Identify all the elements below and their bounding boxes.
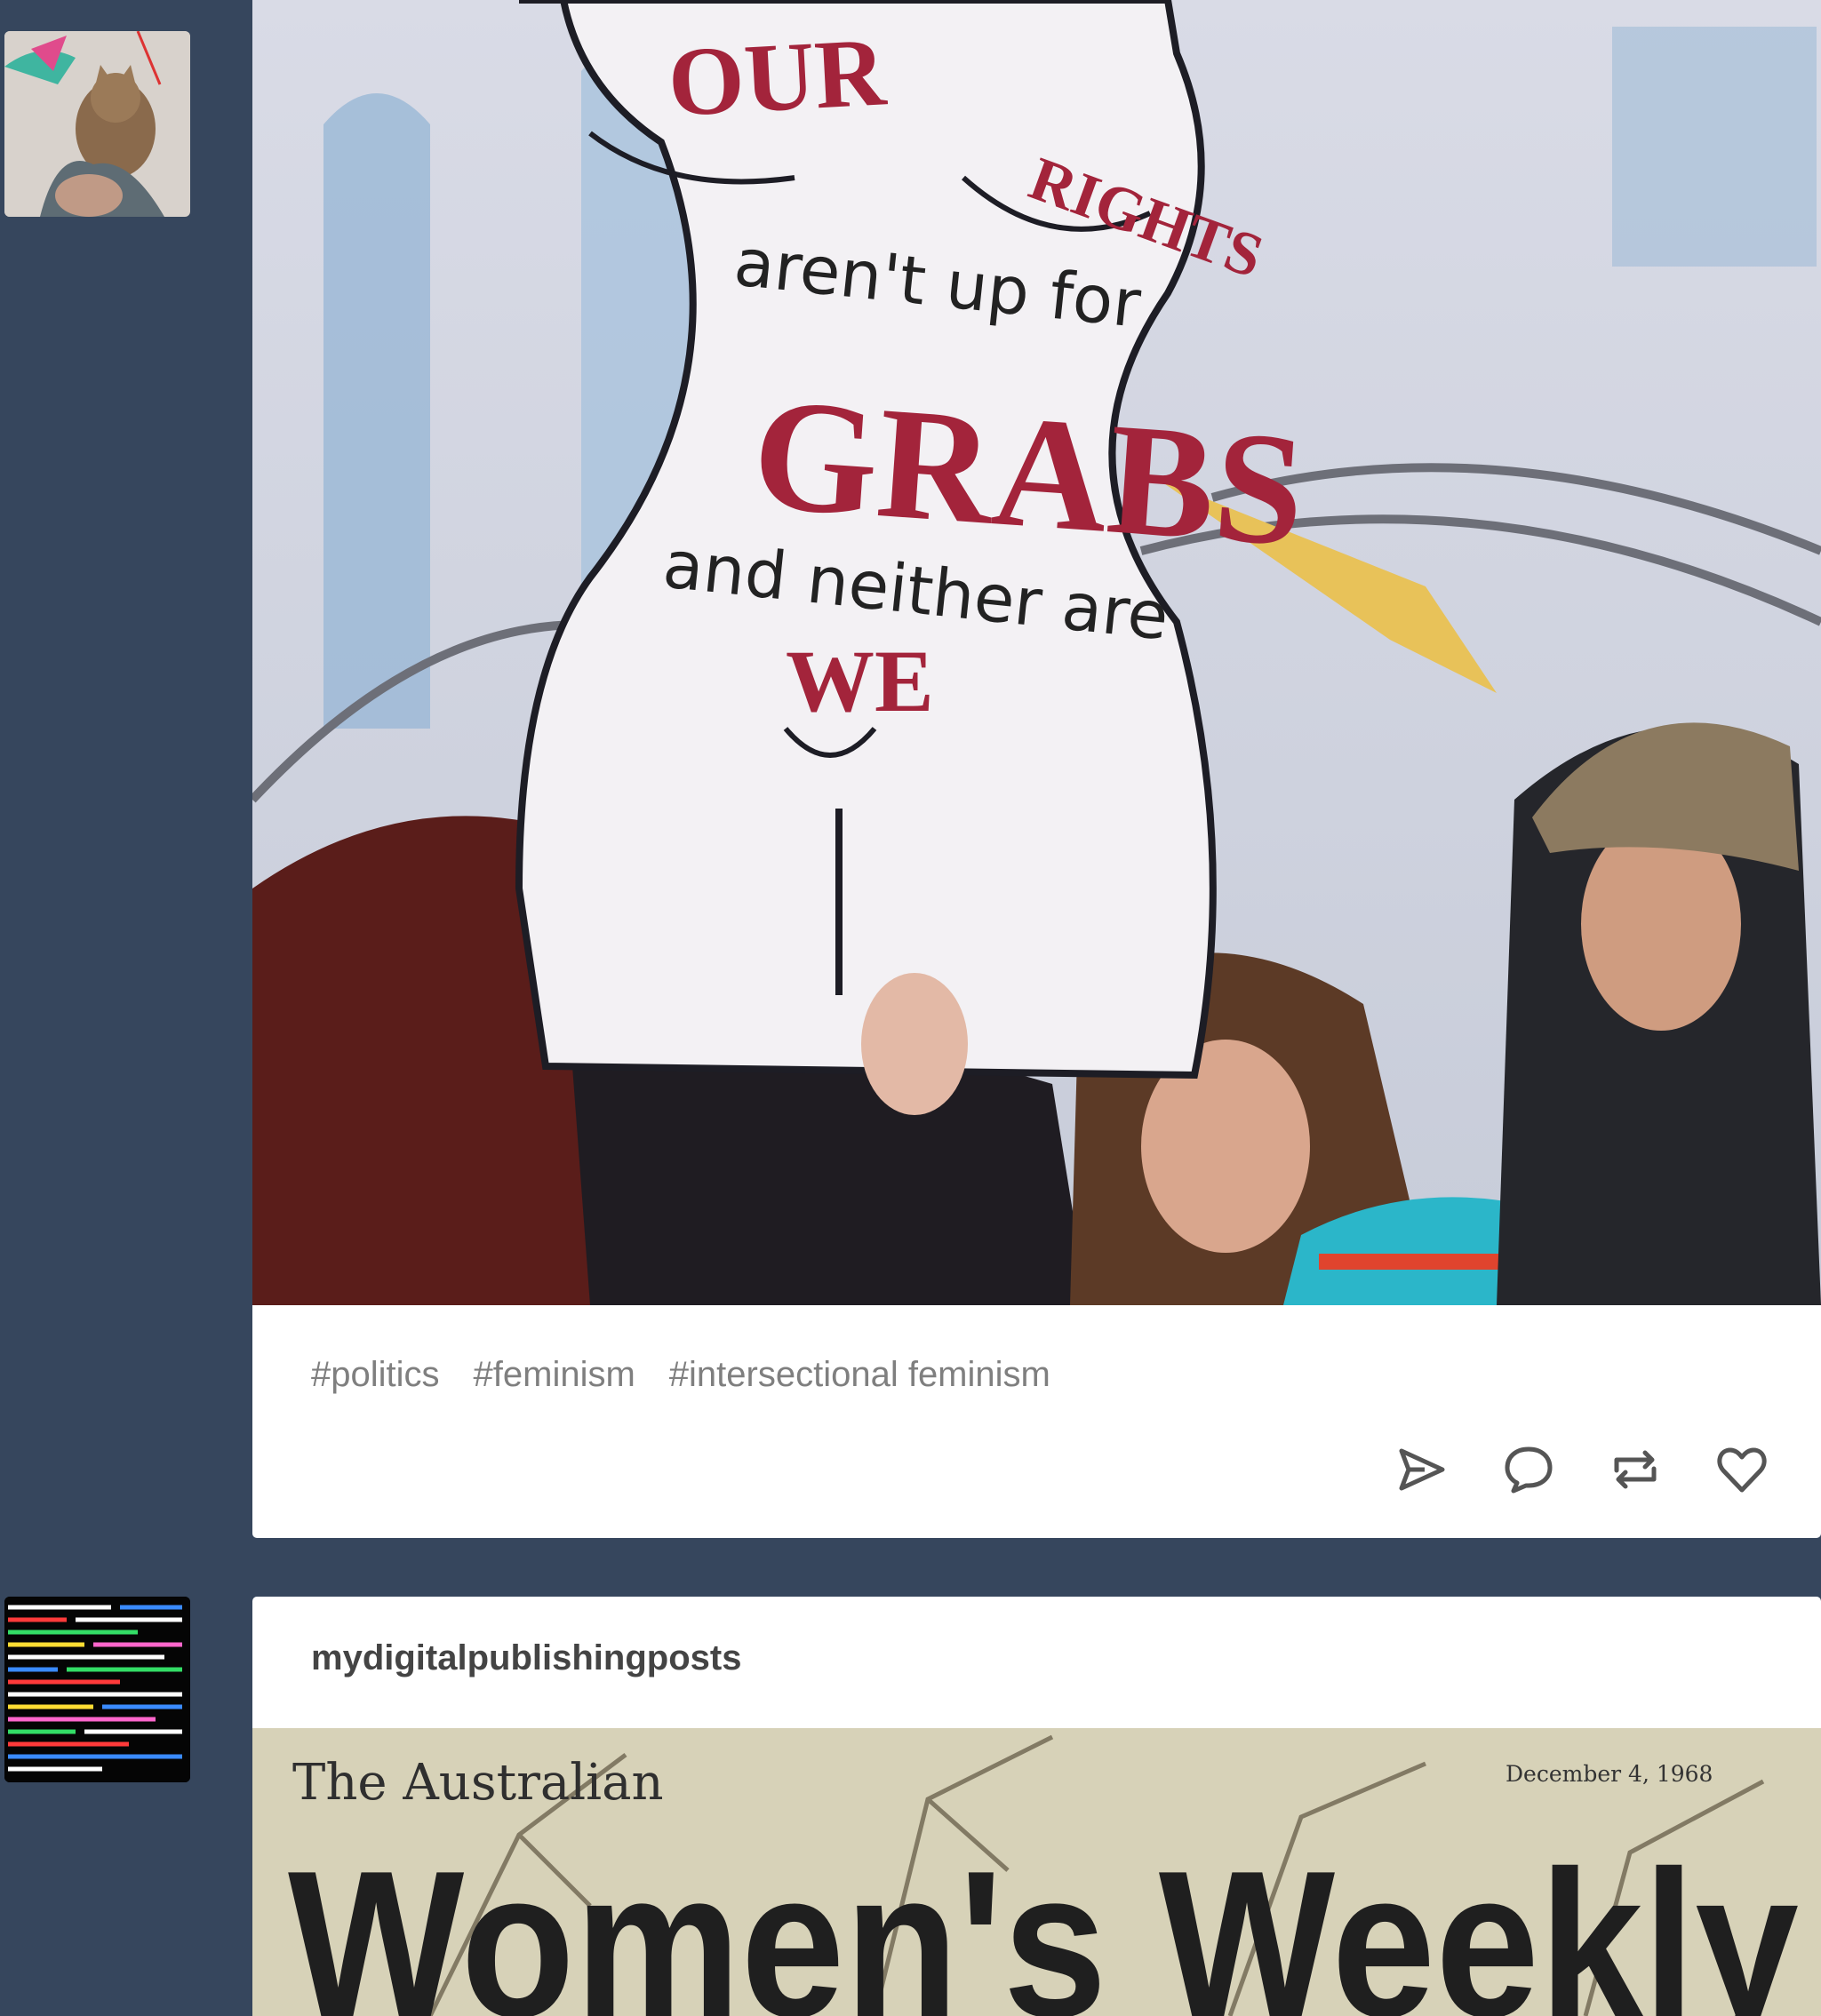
masthead-title: Women's Weekly [288,1827,1799,2016]
tag-link[interactable]: #intersectional feminism [669,1355,1050,1395]
comment-icon[interactable] [1503,1444,1554,1495]
svg-text:OUR: OUR [666,17,890,137]
post-card: OUR RIGHTS aren't up for GRABS and neith… [252,0,1821,1538]
post-photo[interactable]: OUR RIGHTS aren't up for GRABS and neith… [252,0,1821,1305]
post-card: mydigitalpublishingposts The Australian … [252,1597,1821,2016]
masthead-small: The Australian [292,1754,664,1812]
issue-date: December 4, 1968 [1506,1761,1713,1787]
cat-avatar-icon [4,31,190,217]
reblog-icon[interactable] [1609,1444,1661,1495]
post-photo[interactable]: The Australian December 4, 1968 Women's … [252,1728,1821,2016]
svg-text:WE: WE [786,632,934,730]
post-actions [1396,1444,1768,1495]
like-icon[interactable] [1716,1444,1768,1495]
magazine-cover-photo: The Australian December 4, 1968 Women's … [252,1728,1821,2016]
blog-avatar-code[interactable] [4,1597,190,1782]
protest-sign-photo: OUR RIGHTS aren't up for GRABS and neith… [252,0,1821,1305]
share-icon[interactable] [1396,1444,1448,1495]
blog-avatar-cat[interactable] [4,31,190,217]
tag-link[interactable]: #politics [311,1355,440,1395]
tag-link[interactable]: #feminism [474,1355,635,1395]
tag-list: #politics #feminism #intersectional femi… [311,1355,1050,1395]
blog-name-link[interactable]: mydigitalpublishingposts [311,1638,741,1678]
code-avatar-icon [4,1597,190,1782]
